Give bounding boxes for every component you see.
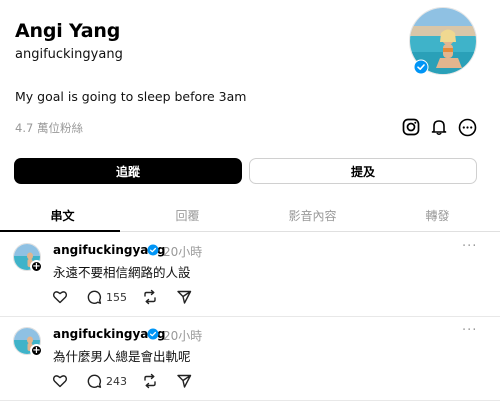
follow-button[interactable]: 追蹤: [14, 158, 242, 184]
heart-icon: [52, 375, 68, 388]
comment-button[interactable]: 155: [86, 288, 127, 306]
tab-threads[interactable]: 串文: [0, 198, 125, 232]
post-time: 20小時: [163, 329, 203, 343]
followers-count[interactable]: 4.7 萬位粉絲: [15, 120, 83, 136]
comment-icon: [87, 374, 102, 388]
share-button[interactable]: [176, 288, 192, 306]
comment-count: 155: [106, 290, 127, 304]
repost-icon: [144, 289, 156, 305]
active-tab-indicator: [0, 230, 120, 232]
share-icon: [177, 374, 192, 388]
comment-icon: [87, 290, 102, 304]
follow-plus-icon[interactable]: +: [30, 344, 43, 357]
repost-icon: [144, 373, 156, 389]
post-text: 永遠不要相信網路的人設: [53, 265, 191, 280]
post-time: 20小時: [163, 245, 203, 259]
more-icon[interactable]: ···: [462, 323, 477, 338]
repost-button[interactable]: [142, 288, 158, 306]
comment-button[interactable]: 243: [86, 372, 127, 390]
more-circle-icon[interactable]: [456, 116, 478, 138]
instagram-icon[interactable]: [400, 116, 422, 138]
tab-replies[interactable]: 回覆: [125, 198, 250, 232]
more-icon[interactable]: ···: [462, 239, 477, 254]
verified-icon: [413, 59, 429, 75]
like-button[interactable]: [52, 288, 68, 306]
post-text: 為什麼男人總是會出軌呢: [53, 349, 191, 364]
verified-icon: [147, 328, 159, 340]
profile-handle[interactable]: angifuckingyang: [15, 47, 123, 62]
post-item[interactable]: + angifuckingyang 20小時 ··· 為什麼男人總是會出軌呢 2…: [0, 317, 500, 401]
share-icon: [177, 290, 192, 304]
verified-icon: [147, 244, 159, 256]
follow-plus-icon[interactable]: +: [30, 260, 43, 273]
heart-icon: [52, 291, 68, 304]
mention-button[interactable]: 提及: [249, 158, 477, 184]
profile-bio: My goal is going to sleep before 3am: [15, 89, 247, 104]
bell-icon[interactable]: [428, 116, 450, 138]
repost-button[interactable]: [142, 372, 158, 390]
like-button[interactable]: [52, 372, 68, 390]
post-item[interactable]: + angifuckingyang 20小時 ··· 永遠不要相信網路的人設 1…: [0, 233, 500, 317]
profile-tabs: 串文 回覆 影音內容 轉發: [0, 198, 500, 232]
profile-name: Angi Yang: [15, 20, 121, 42]
tab-media[interactable]: 影音內容: [250, 198, 375, 232]
share-button[interactable]: [176, 372, 192, 390]
tab-reposts[interactable]: 轉發: [375, 198, 500, 232]
comment-count: 243: [106, 374, 127, 388]
